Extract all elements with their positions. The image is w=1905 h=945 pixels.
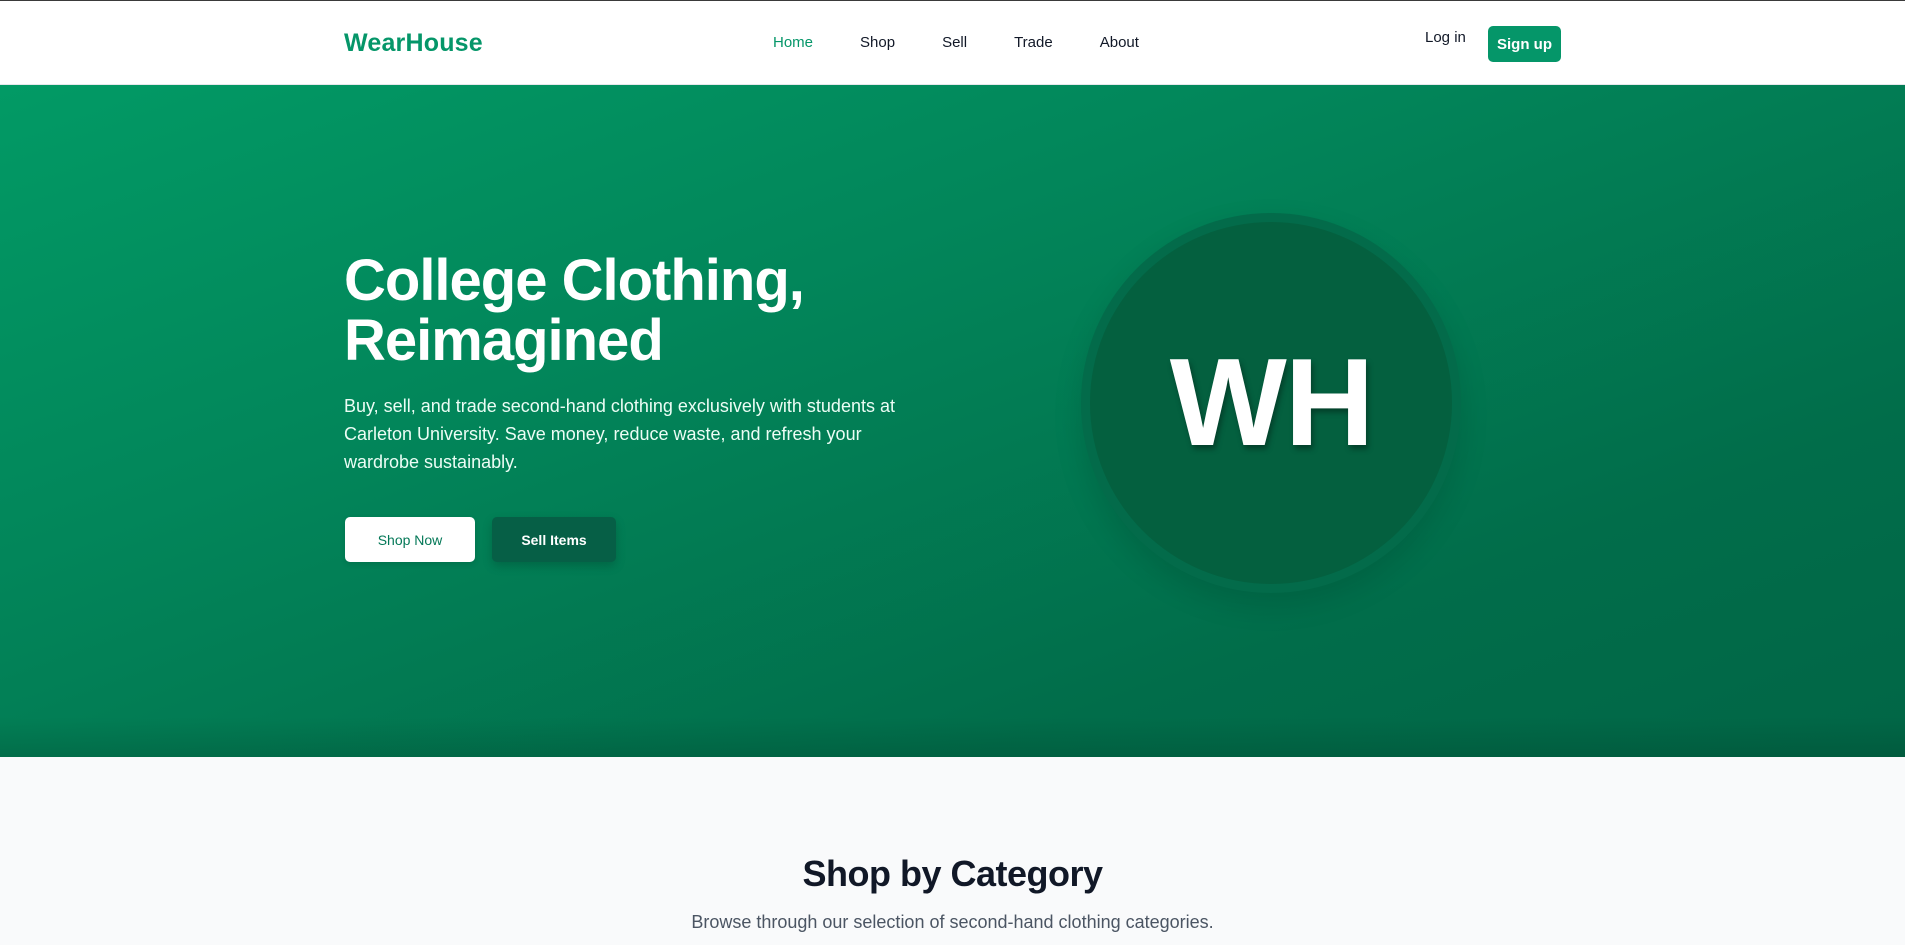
signup-button[interactable]: Sign up [1488,26,1561,62]
hero-title-line2: Reimagined [344,308,664,373]
main-nav: Home Shop Sell Trade About [773,34,1139,51]
hero-logo-badge: WH [1081,213,1461,593]
brand-logo-link[interactable]: WearHouse [344,29,483,58]
category-subtitle: Browse through our selection of second-h… [691,912,1214,932]
nav-link-sell[interactable]: Sell [942,34,967,51]
login-link[interactable]: Log in [1425,29,1466,46]
hero-section: College Clothing, Reimagined Buy, sell, … [0,85,1905,757]
hero-logo-text: WH [1169,334,1375,472]
navbar: WearHouse Home Shop Sell Trade About Log… [0,0,1905,85]
category-title: Shop by Category [802,853,1103,894]
sell-items-button[interactable]: Sell Items [492,517,616,562]
nav-link-home[interactable]: Home [773,34,813,51]
hero-title-line1: College Clothing, [344,248,805,313]
nav-link-shop[interactable]: Shop [860,34,895,51]
hero-bottom-fade [0,717,1905,757]
nav-link-trade[interactable]: Trade [1014,34,1053,51]
hero-title: College Clothing, Reimagined [344,251,944,371]
nav-link-about[interactable]: About [1100,34,1139,51]
hero-subtitle: Buy, sell, and trade second-hand clothin… [344,396,895,472]
shop-now-button[interactable]: Shop Now [345,517,475,562]
